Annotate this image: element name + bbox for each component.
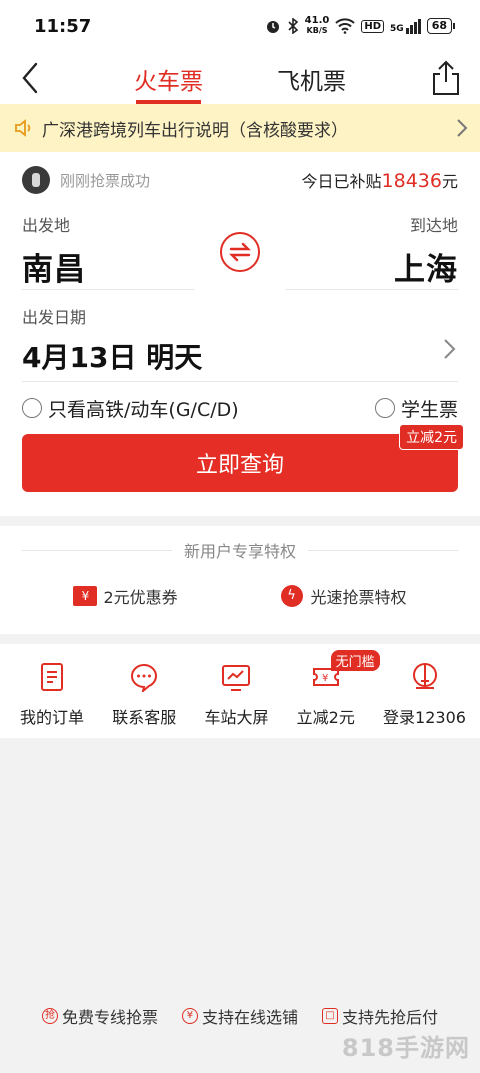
date-selector[interactable]: 出发日期 4月13日 明天 — [22, 290, 458, 382]
radio-icon — [22, 398, 42, 418]
share-button[interactable] — [428, 58, 464, 98]
screen-icon — [222, 665, 251, 691]
avatar — [22, 166, 50, 194]
chevron-right-icon — [444, 339, 456, 359]
subsidy-info: 今日已补贴18436元 — [302, 168, 458, 192]
yuan-icon: ¥ — [181, 1008, 198, 1024]
tab-flight[interactable]: 飞机票 — [277, 52, 346, 104]
student-ticket-checkbox[interactable]: 学生票 — [374, 395, 458, 422]
route-row: 出发地 南昌 到达地 上海 — [22, 208, 458, 290]
perks-title: 新用户专享特权 — [22, 526, 459, 574]
login-12306-button[interactable]: 登录12306 — [383, 644, 466, 738]
alarm-icon — [266, 21, 279, 33]
filter-options: 只看高铁/动车(G/C/D) 学生票 — [22, 382, 458, 434]
tab-train[interactable]: 火车票 — [134, 52, 203, 104]
perk-coupon-label: 2元优惠券 — [103, 588, 178, 607]
search-button[interactable]: 立即查询 — [22, 434, 458, 492]
nav-bar: 火车票 飞机票 — [0, 52, 480, 104]
feature-pay-later: □ 支持先抢后付 — [322, 1004, 438, 1028]
subsidy-amount: 18436 — [381, 170, 442, 192]
no-threshold-badge: 无门槛 — [330, 650, 380, 671]
departure-label: 出发地 — [22, 216, 71, 235]
wifi-icon — [335, 18, 356, 34]
speaker-icon — [15, 119, 31, 137]
promo-text: 刚刚抢票成功 — [60, 171, 151, 190]
date-value: 4月13日 明天 — [22, 341, 203, 374]
subsidy-unit: 元 — [441, 172, 458, 191]
discount-badge: 立减2元 — [399, 424, 464, 450]
share-icon — [433, 60, 459, 95]
train-icon — [412, 663, 437, 689]
wallet-icon: □ — [322, 1008, 338, 1024]
station-screen-button[interactable]: 车站大屏 — [204, 644, 268, 738]
departure-station[interactable]: 出发地 南昌 — [22, 208, 194, 290]
discount-button[interactable]: ¥ 立减2元 无门槛 — [296, 644, 380, 738]
status-time: 11:57 — [34, 15, 92, 37]
ticket-type-tabs: 火车票 飞机票 — [0, 52, 480, 104]
feature-seat-select: ¥ 支持在线选铺 — [181, 1004, 298, 1028]
watermark: 818手游网 — [341, 1034, 470, 1062]
network-speed: 41.0 KB/S — [304, 15, 330, 36]
feature-free-grab-label: 免费专线抢票 — [61, 1008, 158, 1027]
notice-banner[interactable]: 广深港跨境列车出行说明（含核酸要求） — [0, 104, 480, 152]
lightning-icon: ϟ — [280, 585, 303, 607]
feature-seat-select-label: 支持在线选铺 — [201, 1008, 298, 1027]
arrival-label: 到达地 — [409, 216, 458, 235]
perk-coupon[interactable]: ¥ 2元优惠券 — [73, 584, 178, 608]
status-bar: 11:57 41.0 KB/S HD 5G 68 — [0, 0, 480, 52]
svg-text:¥: ¥ — [322, 673, 328, 684]
departure-city: 南昌 — [22, 252, 86, 288]
swap-icon — [229, 242, 251, 262]
customer-service-button[interactable]: 联系客服 — [112, 644, 176, 738]
radio-icon — [374, 398, 395, 418]
chevron-right-icon — [457, 119, 468, 137]
chat-icon — [131, 663, 158, 692]
coupon-icon: ¥ — [73, 586, 98, 606]
promo-left: 刚刚抢票成功 — [22, 166, 150, 194]
subsidy-label: 今日已补贴 — [301, 172, 382, 191]
customer-service-label: 联系客服 — [112, 708, 177, 727]
swap-stations-button[interactable] — [220, 232, 260, 272]
student-ticket-label: 学生票 — [400, 398, 458, 421]
search-card: 刚刚抢票成功 今日已补贴18436元 出发地 南昌 到达地 上海 出发日期 4月… — [0, 152, 480, 516]
date-label: 出发日期 — [22, 308, 87, 327]
bluetooth-icon — [288, 18, 298, 34]
perk-fast-grab[interactable]: ϟ 光速抢票特权 — [280, 584, 407, 608]
arrival-city: 上海 — [394, 252, 458, 288]
station-screen-label: 车站大屏 — [204, 708, 269, 727]
status-icons: 41.0 KB/S HD 5G 68 — [265, 15, 456, 36]
search-wrap: 立即查询 立减2元 — [22, 424, 464, 516]
high-speed-only-label: 只看高铁/动车(G/C/D) — [48, 398, 239, 421]
notice-text: 广深港跨境列车出行说明（含核酸要求） — [42, 120, 348, 141]
battery-icon: 68 — [426, 18, 456, 34]
discount-label: 立减2元 — [296, 708, 355, 727]
signal-icon: 5G — [390, 18, 421, 34]
perk-fast-grab-label: 光速抢票特权 — [310, 588, 407, 607]
arrival-station[interactable]: 到达地 上海 — [286, 208, 458, 290]
feature-free-grab: 抢 免费专线抢票 — [41, 1004, 158, 1028]
hd-icon: HD — [361, 19, 385, 33]
footer-features: 抢 免费专线抢票 ¥ 支持在线选铺 □ 支持先抢后付 — [0, 1004, 480, 1028]
my-orders-label: 我的订单 — [20, 708, 85, 727]
quick-actions: 我的订单 联系客服 车站大屏 ¥ 立减2元 无门槛 登录12306 — [0, 644, 480, 738]
high-speed-only-checkbox[interactable]: 只看高铁/动车(G/C/D) — [22, 395, 239, 422]
order-icon — [41, 663, 63, 691]
my-orders-button[interactable]: 我的订单 — [20, 644, 84, 738]
new-user-perks: 新用户专享特权 ¥ 2元优惠券 ϟ 光速抢票特权 — [0, 526, 480, 634]
promo-row: 刚刚抢票成功 今日已补贴18436元 — [22, 152, 458, 208]
login-12306-label: 登录12306 — [383, 708, 466, 727]
perks-items: ¥ 2元优惠券 ϟ 光速抢票特权 — [22, 574, 458, 618]
grab-icon: 抢 — [41, 1008, 58, 1024]
feature-pay-later-label: 支持先抢后付 — [342, 1008, 439, 1027]
